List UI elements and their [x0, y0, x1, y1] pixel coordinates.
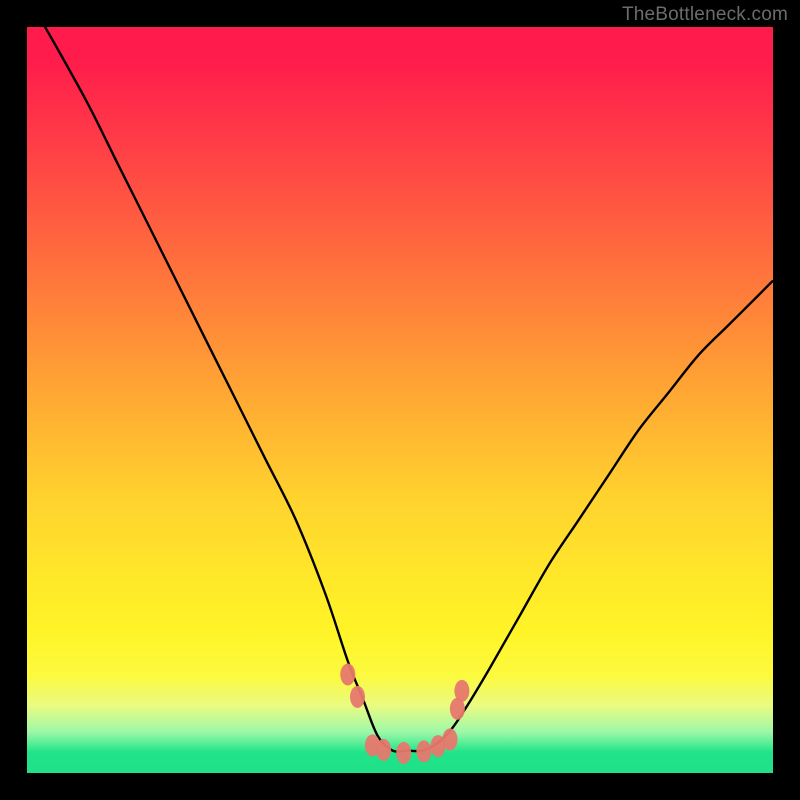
highlight-marker — [350, 686, 365, 708]
watermark-text: TheBottleneck.com — [622, 4, 788, 26]
bottleneck-curve — [27, 27, 773, 752]
highlight-marker — [396, 742, 411, 764]
chart-svg — [27, 27, 773, 773]
marker-layer — [340, 664, 469, 764]
plot-area — [27, 27, 773, 773]
outer-frame: TheBottleneck.com — [0, 0, 800, 800]
highlight-marker — [376, 739, 391, 761]
highlight-marker — [454, 680, 469, 702]
curve-layer — [27, 27, 773, 752]
highlight-marker — [340, 664, 355, 686]
highlight-marker — [443, 728, 458, 750]
highlight-marker — [416, 740, 431, 762]
